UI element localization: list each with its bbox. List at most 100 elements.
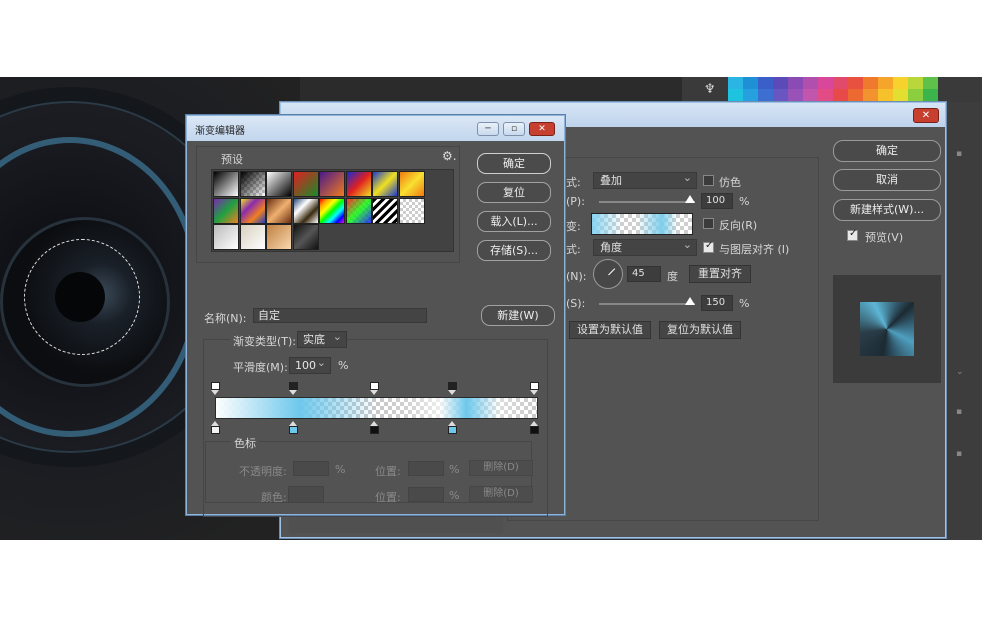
- preset-transparent-rainbow[interactable]: [345, 197, 372, 224]
- color-swatch[interactable]: [728, 77, 743, 89]
- color-swatch[interactable]: [758, 89, 773, 101]
- preset-yellow-violet-orange-blue[interactable]: [239, 197, 266, 224]
- opacity-unit: %: [739, 195, 750, 208]
- preset-red-green[interactable]: [292, 171, 319, 197]
- name-input[interactable]: 自定: [253, 308, 427, 323]
- preset-transparent-stripes[interactable]: [372, 197, 398, 224]
- color-stop[interactable]: [530, 421, 539, 434]
- color-location-unit: %: [449, 489, 460, 502]
- color-swatch[interactable]: [773, 89, 788, 101]
- brush-icon[interactable]: ♆: [704, 82, 716, 97]
- reset-default-button[interactable]: 复位为默认值: [659, 321, 741, 339]
- preset-silver[interactable]: [213, 224, 239, 250]
- stop-opacity-input: [293, 461, 329, 476]
- preset-blue-red-yellow[interactable]: [345, 171, 372, 197]
- color-swatch[interactable]: [833, 89, 848, 101]
- color-swatch[interactable]: [728, 89, 743, 101]
- cancel-button[interactable]: 取消: [833, 169, 941, 191]
- gradient-type-select[interactable]: 实底: [297, 329, 347, 348]
- opacity-stop[interactable]: [530, 382, 539, 395]
- color-swatch[interactable]: [758, 77, 773, 89]
- minimize-button[interactable]: ─: [477, 122, 499, 136]
- new-style-button[interactable]: 新建样式(W)...: [833, 199, 941, 221]
- color-swatch[interactable]: [908, 89, 923, 101]
- preset-copper[interactable]: [266, 197, 292, 224]
- preset-black-white[interactable]: [213, 171, 239, 197]
- preset-blue-yellow-blue[interactable]: [372, 171, 398, 197]
- color-swatch[interactable]: [848, 77, 863, 89]
- color-swatch[interactable]: [908, 77, 923, 89]
- angle-input[interactable]: 45: [627, 266, 661, 282]
- preset-violet-green-orange[interactable]: [213, 197, 239, 224]
- set-default-button[interactable]: 设置为默认值: [569, 321, 651, 339]
- preset-copper2[interactable]: [266, 224, 292, 250]
- dither-checkbox[interactable]: [703, 175, 714, 186]
- color-swatch[interactable]: [743, 89, 758, 101]
- color-swatch[interactable]: [788, 89, 803, 101]
- preset-violet-orange[interactable]: [319, 171, 345, 197]
- color-swatch[interactable]: [818, 77, 833, 89]
- color-swatch[interactable]: [878, 89, 893, 101]
- preset-black-steel[interactable]: [292, 224, 319, 250]
- reset-button[interactable]: 复位: [477, 182, 551, 203]
- color-stop[interactable]: [289, 421, 298, 434]
- color-swatch[interactable]: [863, 77, 878, 89]
- color-stop[interactable]: [211, 421, 220, 434]
- color-swatch[interactable]: [788, 77, 803, 89]
- opacity-slider[interactable]: [599, 201, 695, 203]
- scale-input[interactable]: 150: [701, 295, 733, 311]
- reverse-checkbox[interactable]: [703, 218, 714, 229]
- color-swatch[interactable]: [743, 77, 758, 89]
- close-button[interactable]: ✕: [529, 122, 555, 136]
- color-swatch[interactable]: [893, 77, 908, 89]
- color-stop[interactable]: [370, 421, 379, 434]
- gradient-bar[interactable]: [215, 397, 538, 419]
- gradient-preview-swatch[interactable]: [591, 213, 693, 235]
- color-swatch[interactable]: [923, 77, 938, 89]
- color-swatch[interactable]: [818, 89, 833, 101]
- dither-label: 仿色: [719, 176, 741, 189]
- save-button[interactable]: 存储(S)...: [477, 240, 551, 261]
- ok-button[interactable]: 确定: [833, 140, 941, 162]
- color-swatch[interactable]: [803, 89, 818, 101]
- new-button[interactable]: 新建(W): [481, 305, 555, 326]
- gear-icon[interactable]: ⚙.: [442, 149, 457, 163]
- angle-dial[interactable]: [593, 259, 623, 289]
- color-stop[interactable]: [448, 421, 457, 434]
- color-swatch[interactable]: [803, 77, 818, 89]
- reset-align-button[interactable]: 重置对齐: [689, 265, 751, 283]
- opacity-stop[interactable]: [370, 382, 379, 395]
- preview-checkbox[interactable]: [847, 228, 858, 241]
- preset-chrome[interactable]: [292, 197, 319, 224]
- opacity-slider-thumb[interactable]: [685, 195, 695, 203]
- angle-label: (N):: [566, 270, 587, 283]
- color-swatch[interactable]: [863, 89, 878, 101]
- color-swatch[interactable]: [878, 77, 893, 89]
- blend-mode-select[interactable]: 叠加: [593, 170, 697, 189]
- scale-slider-thumb[interactable]: [685, 297, 695, 305]
- maximize-button[interactable]: ▫: [503, 122, 525, 136]
- smoothness-select[interactable]: 100: [289, 355, 331, 374]
- color-swatch[interactable]: [848, 89, 863, 101]
- opacity-stop[interactable]: [211, 382, 220, 395]
- preset-orange-yellow-orange[interactable]: [398, 171, 425, 197]
- opacity-stop[interactable]: [448, 382, 457, 395]
- preset-black-white-diag[interactable]: [266, 171, 292, 197]
- style-select[interactable]: 角度: [593, 237, 697, 256]
- ok-button[interactable]: 确定: [477, 153, 551, 174]
- color-swatch[interactable]: [893, 89, 908, 101]
- opacity-input[interactable]: 100: [701, 193, 733, 209]
- scale-slider[interactable]: [599, 303, 695, 305]
- preset-warm-silver[interactable]: [239, 224, 266, 250]
- align-checkbox[interactable]: [703, 240, 714, 253]
- preset-spectrum[interactable]: [319, 197, 345, 224]
- stop-opacity-label: 不透明度:: [239, 465, 287, 478]
- color-swatch[interactable]: [833, 77, 848, 89]
- load-button[interactable]: 载入(L)...: [477, 211, 551, 232]
- opacity-stop[interactable]: [289, 382, 298, 395]
- color-swatch[interactable]: [773, 77, 788, 89]
- close-button[interactable]: ✕: [913, 108, 939, 123]
- preset-black-transparent[interactable]: [239, 171, 266, 197]
- preset-neutral-density[interactable]: [398, 197, 425, 224]
- color-swatch[interactable]: [923, 89, 938, 101]
